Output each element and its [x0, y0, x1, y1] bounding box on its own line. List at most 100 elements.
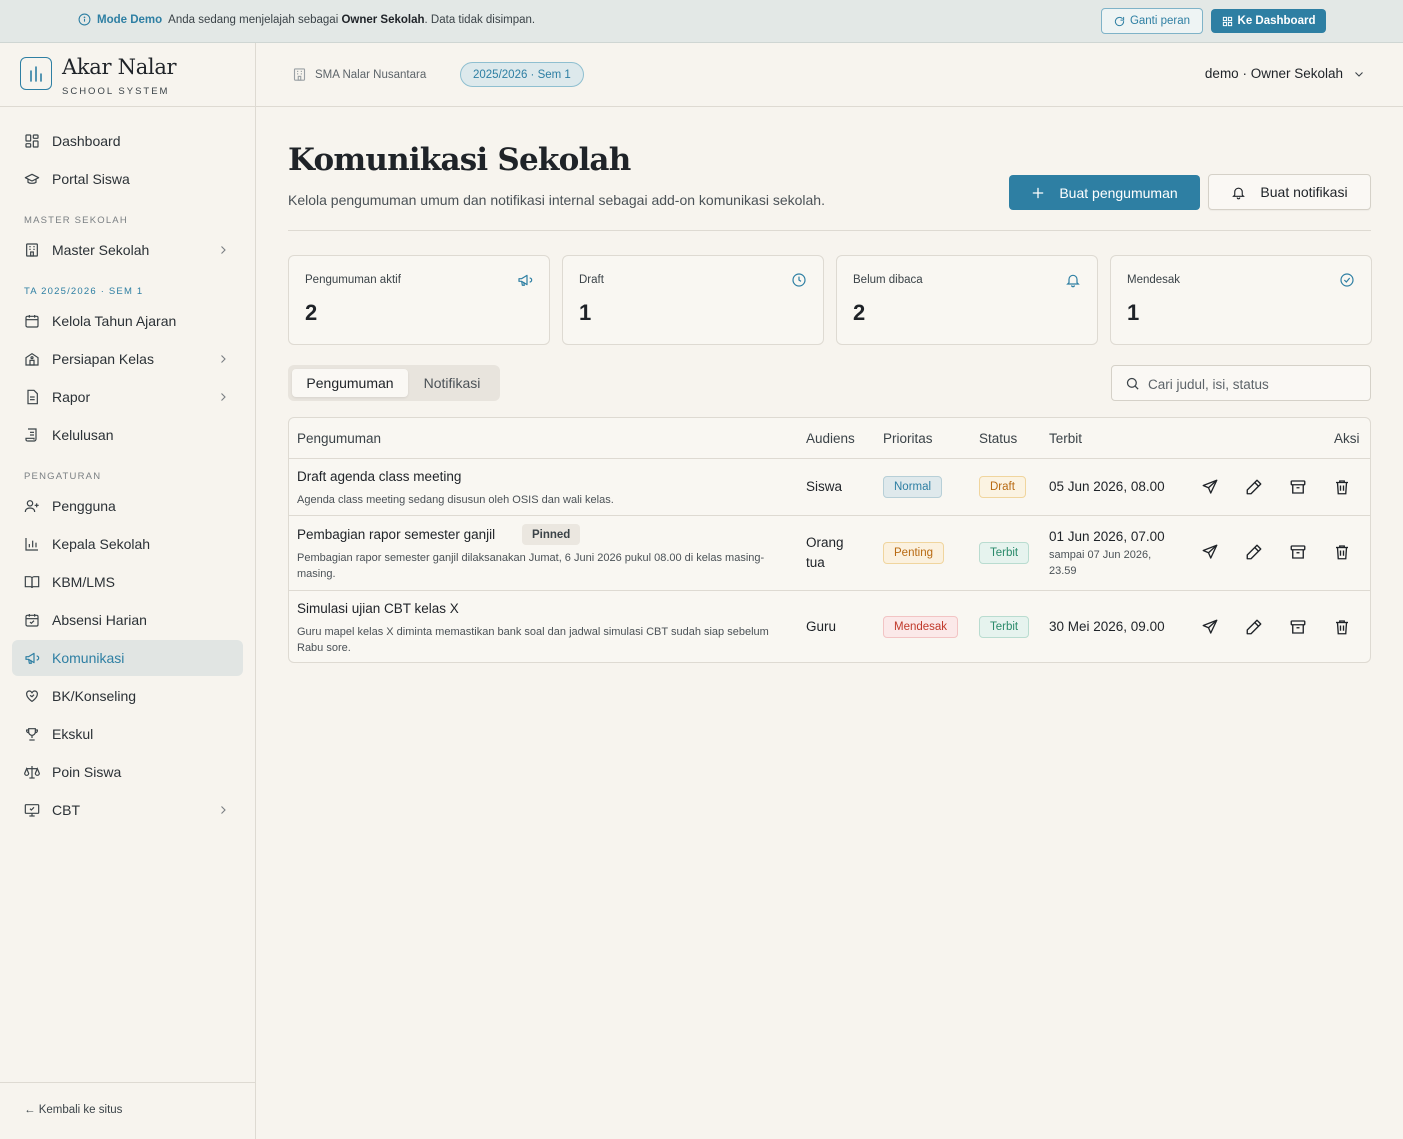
archive-icon[interactable] [1289, 478, 1307, 496]
buat-notifikasi-button[interactable]: Buat notifikasi [1208, 174, 1371, 210]
table-row[interactable]: Draft agenda class meeting Agenda class … [289, 459, 1370, 515]
section-master-sekolah: MASTER SEKOLAH [24, 215, 128, 226]
sidebar-item-rapor[interactable]: Rapor [12, 379, 243, 415]
sidebar-item-ekskul[interactable]: Ekskul [12, 716, 243, 752]
sidebar-item-persiapan-kelas[interactable]: Persiapan Kelas [12, 341, 243, 377]
sidebar-item-kepala-sekolah[interactable]: Kepala Sekolah [12, 526, 243, 562]
sidebar-item-kelulusan[interactable]: Kelulusan [12, 417, 243, 453]
calendar-icon [24, 313, 40, 329]
priority-badge: Normal [883, 476, 943, 498]
monitor-check-icon [24, 802, 40, 818]
send-icon[interactable] [1201, 618, 1219, 636]
info-icon [78, 13, 91, 26]
bell-icon [1065, 272, 1081, 288]
row-description: Pembagian rapor semester ganjil dilaksan… [297, 552, 765, 580]
page-title: Komunikasi Sekolah [288, 142, 631, 178]
table-row[interactable]: Pembagian rapor semester ganjil Pinned P… [289, 516, 1370, 590]
sidebar-item-absensi-harian[interactable]: Absensi Harian [12, 602, 243, 638]
topbar: SMA Nalar Nusantara 2025/2026 · Sem 1 de… [256, 43, 1403, 107]
announcement-table: Pengumuman Audiens Prioritas Status Terb… [288, 417, 1371, 663]
ganti-peran-button[interactable]: Ganti peran [1101, 8, 1203, 34]
sidebar-item-kbm-lms[interactable]: KBM/LMS [12, 564, 243, 600]
stat-card-belum-dibaca: Belum dibaca 2 [836, 255, 1098, 345]
building-icon [292, 67, 307, 82]
brand[interactable]: Akar Nalar SCHOOL SYSTEM [0, 43, 255, 107]
archive-icon[interactable] [1289, 618, 1307, 636]
stat-card-pengumuman-aktif: Pengumuman aktif 2 [288, 255, 550, 345]
table-row[interactable]: Simulasi ujian CBT kelas X Guru mapel ke… [289, 591, 1370, 662]
row-publish-date: 30 Mei 2026, 09.00 [1049, 619, 1165, 634]
megaphone-icon [24, 650, 40, 666]
pinned-badge: Pinned [522, 524, 581, 545]
user-menu[interactable]: demo · Owner Sekolah [1205, 66, 1365, 81]
stat-card-mendesak: Mendesak 1 [1110, 255, 1372, 345]
row-title: Pembagian rapor semester ganjil [297, 527, 496, 542]
row-description: Agenda class meeting sedang disusun oleh… [297, 494, 614, 506]
priority-badge: Mendesak [883, 616, 959, 638]
check-circle-icon [1339, 272, 1355, 288]
send-icon[interactable] [1201, 478, 1219, 496]
sidebar: Akar Nalar SCHOOL SYSTEM Dashboard Porta… [0, 43, 256, 1139]
trash-icon[interactable] [1333, 543, 1351, 561]
sidebar-item-pengguna[interactable]: Pengguna [12, 488, 243, 524]
column-header-aksi: Aksi [1334, 431, 1360, 446]
status-badge: Terbit [979, 616, 1030, 638]
sidebar-item-bk-konseling[interactable]: BK/Konseling [12, 678, 243, 714]
demo-message: Anda sedang menjelajah sebagai Owner Sek… [168, 13, 536, 26]
sidebar-item-kelola-tahun-ajaran[interactable]: Kelola Tahun Ajaran [12, 303, 243, 339]
sidebar-item-poin-siswa[interactable]: Poin Siswa [12, 754, 243, 790]
academic-year-pill[interactable]: 2025/2026 · Sem 1 [460, 62, 584, 87]
archive-icon[interactable] [1289, 543, 1307, 561]
sidebar-item-portal-siswa[interactable]: Portal Siswa [12, 161, 243, 197]
sidebar-item-dashboard[interactable]: Dashboard [12, 123, 243, 159]
brand-name: Akar Nalar [62, 55, 177, 79]
demo-banner: Mode Demo Anda sedang menjelajah sebagai… [0, 0, 1403, 43]
pencil-icon[interactable] [1245, 478, 1263, 496]
status-badge: Draft [979, 476, 1026, 498]
tab-pengumuman[interactable]: Pengumuman [292, 369, 408, 397]
column-header-audiens: Audiens [806, 431, 855, 446]
ke-dashboard-button[interactable]: Ke Dashboard [1211, 9, 1326, 33]
search-icon [1125, 376, 1140, 391]
search-box [1111, 365, 1371, 401]
row-audience: Siswa [806, 479, 843, 494]
row-publish-date: 01 Jun 2026, 07.00 [1049, 529, 1165, 544]
search-input[interactable] [1148, 374, 1358, 394]
file-text-icon [24, 389, 40, 405]
megaphone-icon [517, 272, 533, 288]
trash-icon[interactable] [1333, 478, 1351, 496]
column-header-prioritas: Prioritas [883, 431, 933, 446]
row-description: Guru mapel kelas X diminta memastikan ba… [297, 626, 769, 654]
sidebar-item-cbt[interactable]: CBT [12, 792, 243, 828]
stat-card-draft: Draft 1 [562, 255, 824, 345]
pencil-icon[interactable] [1245, 543, 1263, 561]
sidebar-item-master-sekolah[interactable]: Master Sekolah [12, 232, 243, 268]
column-header-terbit: Terbit [1049, 431, 1083, 446]
back-to-site-link[interactable]: ← Kembali ke situs [0, 1082, 255, 1139]
chevron-down-icon [1353, 68, 1365, 80]
pencil-icon[interactable] [1245, 618, 1263, 636]
calendar-check-icon [24, 612, 40, 628]
school-icon [24, 351, 40, 367]
trash-icon[interactable] [1333, 618, 1351, 636]
chevron-right-icon [217, 244, 229, 256]
section-tahun-ajaran: TA 2025/2026 · SEM 1 [24, 286, 144, 297]
row-publish-until: sampai 07 Jun 2026, 23.59 [1049, 549, 1152, 577]
heart-handshake-icon [24, 688, 40, 704]
chevron-right-icon [217, 353, 229, 365]
demo-mode-label: Mode Demo [97, 13, 163, 26]
building-icon [24, 242, 40, 258]
row-publish-date: 05 Jun 2026, 08.00 [1049, 479, 1165, 494]
row-title: Draft agenda class meeting [297, 469, 462, 484]
chevron-right-icon [217, 391, 229, 403]
sidebar-item-komunikasi[interactable]: Komunikasi [12, 640, 243, 676]
tab-notifikasi[interactable]: Notifikasi [408, 369, 496, 397]
buat-pengumuman-button[interactable]: Buat pengumuman [1009, 175, 1200, 210]
demo-info: Mode Demo Anda sedang menjelajah sebagai… [78, 13, 535, 26]
graduation-cap-icon [24, 171, 40, 187]
row-title: Simulasi ujian CBT kelas X [297, 601, 459, 616]
send-icon[interactable] [1201, 543, 1219, 561]
row-audience: Orang tua [806, 535, 844, 570]
clock-icon [791, 272, 807, 288]
plus-icon [1031, 186, 1045, 200]
